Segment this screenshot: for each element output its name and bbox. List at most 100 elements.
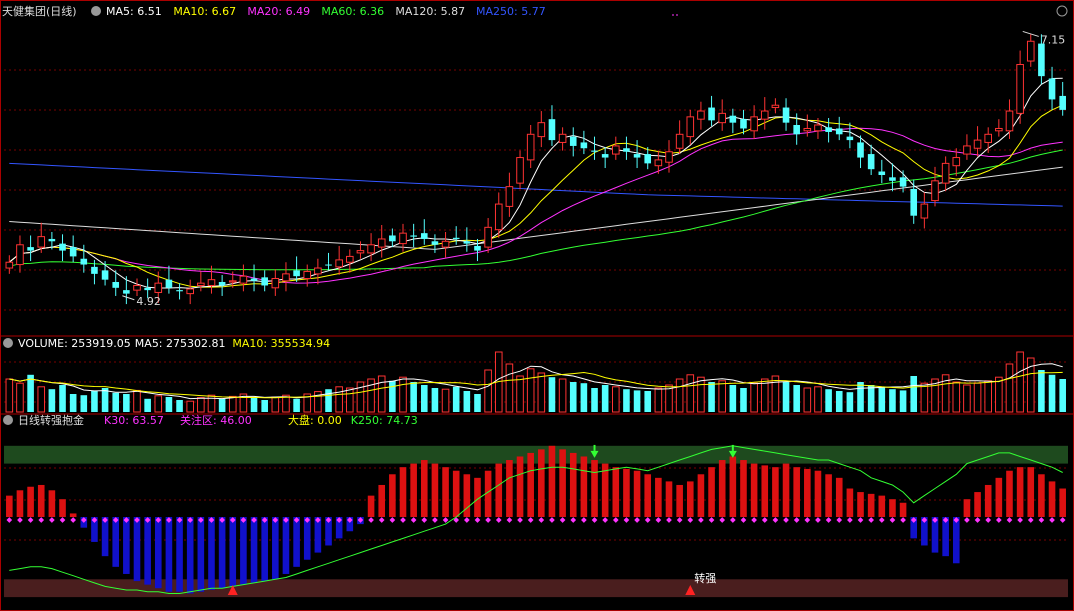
ma-legend-250: MA250: 5.77 bbox=[476, 5, 546, 18]
candle-body-down bbox=[452, 237, 460, 239]
volume-bar-up bbox=[675, 378, 684, 413]
volume-bar-up bbox=[973, 382, 982, 413]
ma-legend-120: MA120: 5.87 bbox=[395, 5, 465, 18]
indicator-bar bbox=[559, 449, 566, 517]
candle-body-down bbox=[463, 241, 471, 244]
volume-bar-down bbox=[601, 385, 609, 412]
indicator-bar bbox=[112, 517, 120, 567]
candle-body-down bbox=[250, 278, 258, 281]
indicator-bar bbox=[740, 460, 747, 517]
indicator-bar bbox=[101, 517, 109, 557]
indicator-bar bbox=[857, 492, 864, 517]
base-line-dot bbox=[783, 517, 789, 523]
candle-body-up bbox=[484, 226, 492, 248]
candle-body-down bbox=[474, 245, 481, 251]
volume-bar-up bbox=[516, 375, 524, 413]
indicator-bar bbox=[708, 467, 715, 517]
volume-bar-up bbox=[399, 376, 407, 413]
indicator-bar bbox=[282, 517, 290, 574]
base-line-dot bbox=[1006, 517, 1013, 523]
volume-bar-down bbox=[27, 374, 34, 412]
indicator-bar bbox=[506, 460, 513, 517]
candle-body-up bbox=[494, 203, 503, 231]
volume-bar-down bbox=[463, 391, 471, 412]
candle-body-up bbox=[516, 157, 524, 184]
indicator-bar bbox=[974, 492, 981, 517]
indicator-bar bbox=[889, 499, 896, 517]
indicator-bar bbox=[495, 463, 503, 517]
volume-bar-up bbox=[995, 376, 1003, 413]
volume-bar-down bbox=[176, 400, 183, 412]
candle-body-up bbox=[37, 236, 46, 248]
candle-body-down bbox=[644, 154, 652, 164]
base-line-dot bbox=[591, 517, 598, 523]
candle-body-up bbox=[803, 127, 812, 132]
base-line-dot bbox=[1059, 517, 1066, 523]
base-line-dot bbox=[59, 517, 66, 523]
volume-bar-down bbox=[123, 394, 130, 412]
indicator-bar bbox=[389, 474, 396, 517]
volume-bar-down bbox=[846, 392, 854, 412]
indicator-bar bbox=[410, 463, 417, 517]
indicator-bar bbox=[1038, 474, 1045, 517]
candle-body-up bbox=[197, 282, 205, 286]
base-line-dot bbox=[410, 517, 417, 523]
base-line-dot bbox=[836, 517, 843, 523]
base-line-dot bbox=[17, 517, 23, 523]
candle-body-down bbox=[910, 188, 918, 216]
chart-title: 天健集团(日线) bbox=[2, 4, 77, 18]
indicator-legend-3: K250: 74.73 bbox=[351, 414, 418, 427]
volume-bar-up bbox=[654, 387, 663, 413]
indicator-bar bbox=[452, 470, 460, 517]
volume-bar-down bbox=[580, 383, 588, 412]
volume-bar-down bbox=[835, 391, 843, 412]
candle-body-up bbox=[612, 145, 620, 155]
candle-body-down bbox=[857, 142, 864, 158]
volume-bar-up bbox=[814, 386, 822, 413]
indicator-bar bbox=[686, 481, 694, 517]
candle-body-up bbox=[526, 133, 535, 161]
indicator-title: 日线转强抱金 bbox=[18, 413, 84, 427]
candle-body-up bbox=[356, 250, 365, 254]
candle-body-down bbox=[112, 281, 120, 288]
indicator-bar bbox=[580, 456, 588, 517]
candle-body-up bbox=[558, 133, 567, 143]
candle-body-down bbox=[59, 243, 66, 251]
base-line-dot bbox=[517, 517, 523, 523]
indicator-bar bbox=[538, 449, 545, 517]
indicator-bar bbox=[963, 499, 971, 517]
volume-bar-up bbox=[526, 368, 535, 413]
indicator-bar bbox=[591, 460, 598, 517]
volume-bar-down bbox=[1048, 374, 1056, 412]
lower-zone-band bbox=[4, 579, 1068, 598]
candle-body-up bbox=[505, 186, 514, 207]
candle-body-up bbox=[771, 104, 780, 109]
indicator-bar bbox=[772, 467, 779, 517]
volume-bar-down bbox=[548, 377, 556, 412]
candle-body-down bbox=[293, 270, 300, 277]
indicator-bar bbox=[229, 517, 237, 587]
candle-body-down bbox=[1038, 43, 1045, 77]
candle-body-up bbox=[995, 127, 1003, 132]
candle-body-down bbox=[165, 279, 173, 288]
indicator-bar bbox=[750, 463, 758, 517]
ma-legend-10: MA10: 6.67 bbox=[173, 5, 236, 18]
indicator-bar bbox=[984, 484, 992, 517]
candle-body-up bbox=[16, 244, 24, 266]
volume-bar-up bbox=[537, 372, 546, 413]
indicator-bar bbox=[1006, 470, 1013, 517]
candle-body-up bbox=[377, 238, 386, 248]
indicator-bar bbox=[27, 486, 34, 517]
candle-body-up bbox=[186, 288, 194, 295]
volume-bar-down bbox=[410, 382, 417, 412]
indicator-bar bbox=[793, 467, 800, 517]
low-price-label: 4.92 bbox=[136, 295, 161, 308]
indicator-bar bbox=[1059, 488, 1066, 517]
base-line-dot bbox=[815, 517, 821, 523]
base-line-dot bbox=[49, 517, 55, 523]
indicator-bar bbox=[676, 484, 683, 517]
indicator-bar bbox=[378, 484, 386, 517]
candle-body-down bbox=[623, 148, 630, 152]
candle-body-down bbox=[48, 238, 56, 242]
volume-bar-down bbox=[325, 389, 332, 412]
